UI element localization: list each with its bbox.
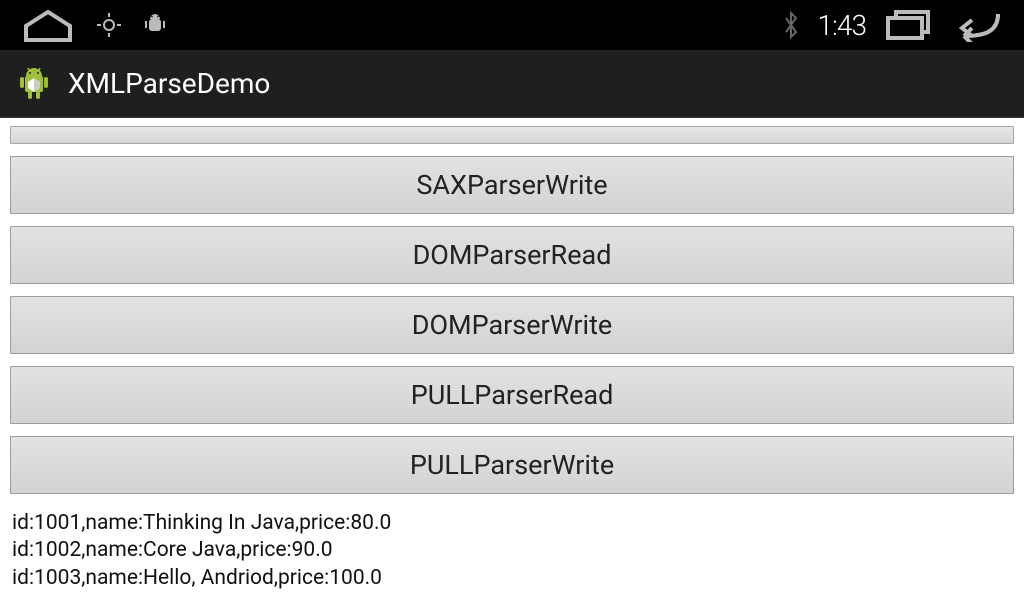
status-bar-right: 1:43 — [782, 8, 1004, 42]
partial-button-top[interactable] — [10, 126, 1014, 144]
dom-parser-read-button[interactable]: DOMParserRead — [10, 226, 1014, 284]
button-label: SAXParserWrite — [416, 169, 607, 201]
status-bar-left — [20, 8, 168, 42]
app-icon — [14, 64, 54, 104]
app-title: XMLParseDemo — [68, 67, 270, 100]
recent-apps-icon[interactable] — [884, 8, 932, 42]
bluetooth-icon — [782, 10, 800, 40]
pull-parser-write-button[interactable]: PULLParserWrite — [10, 436, 1014, 494]
output-text: id:1001,name:Thinking In Java,price:80.0… — [10, 506, 1014, 592]
sax-parser-write-button[interactable]: SAXParserWrite — [10, 156, 1014, 214]
pull-parser-read-button[interactable]: PULLParserRead — [10, 366, 1014, 424]
action-bar: XMLParseDemo — [0, 50, 1024, 118]
button-label: DOMParserRead — [413, 239, 612, 271]
button-label: PULLParserWrite — [410, 449, 614, 481]
back-icon[interactable] — [950, 8, 1004, 42]
status-clock: 1:43 — [818, 9, 866, 42]
main-content: SAXParserWrite DOMParserRead DOMParserWrit… — [0, 118, 1024, 596]
gps-icon — [96, 12, 122, 38]
output-line: id:1002,name:Core Java,price:90.0 — [12, 537, 1014, 564]
home-icon[interactable] — [20, 8, 76, 42]
dom-parser-write-button[interactable]: DOMParserWrite — [10, 296, 1014, 354]
button-label: DOMParserWrite — [412, 309, 613, 341]
status-bar: 1:43 — [0, 0, 1024, 50]
output-line: id:1001,name:Thinking In Java,price:80.0 — [12, 510, 1014, 537]
output-line: id:1003,name:Hello, Andriod,price:100.0 — [12, 565, 1014, 592]
android-debug-icon — [142, 13, 168, 37]
button-label: PULLParserRead — [411, 379, 614, 411]
